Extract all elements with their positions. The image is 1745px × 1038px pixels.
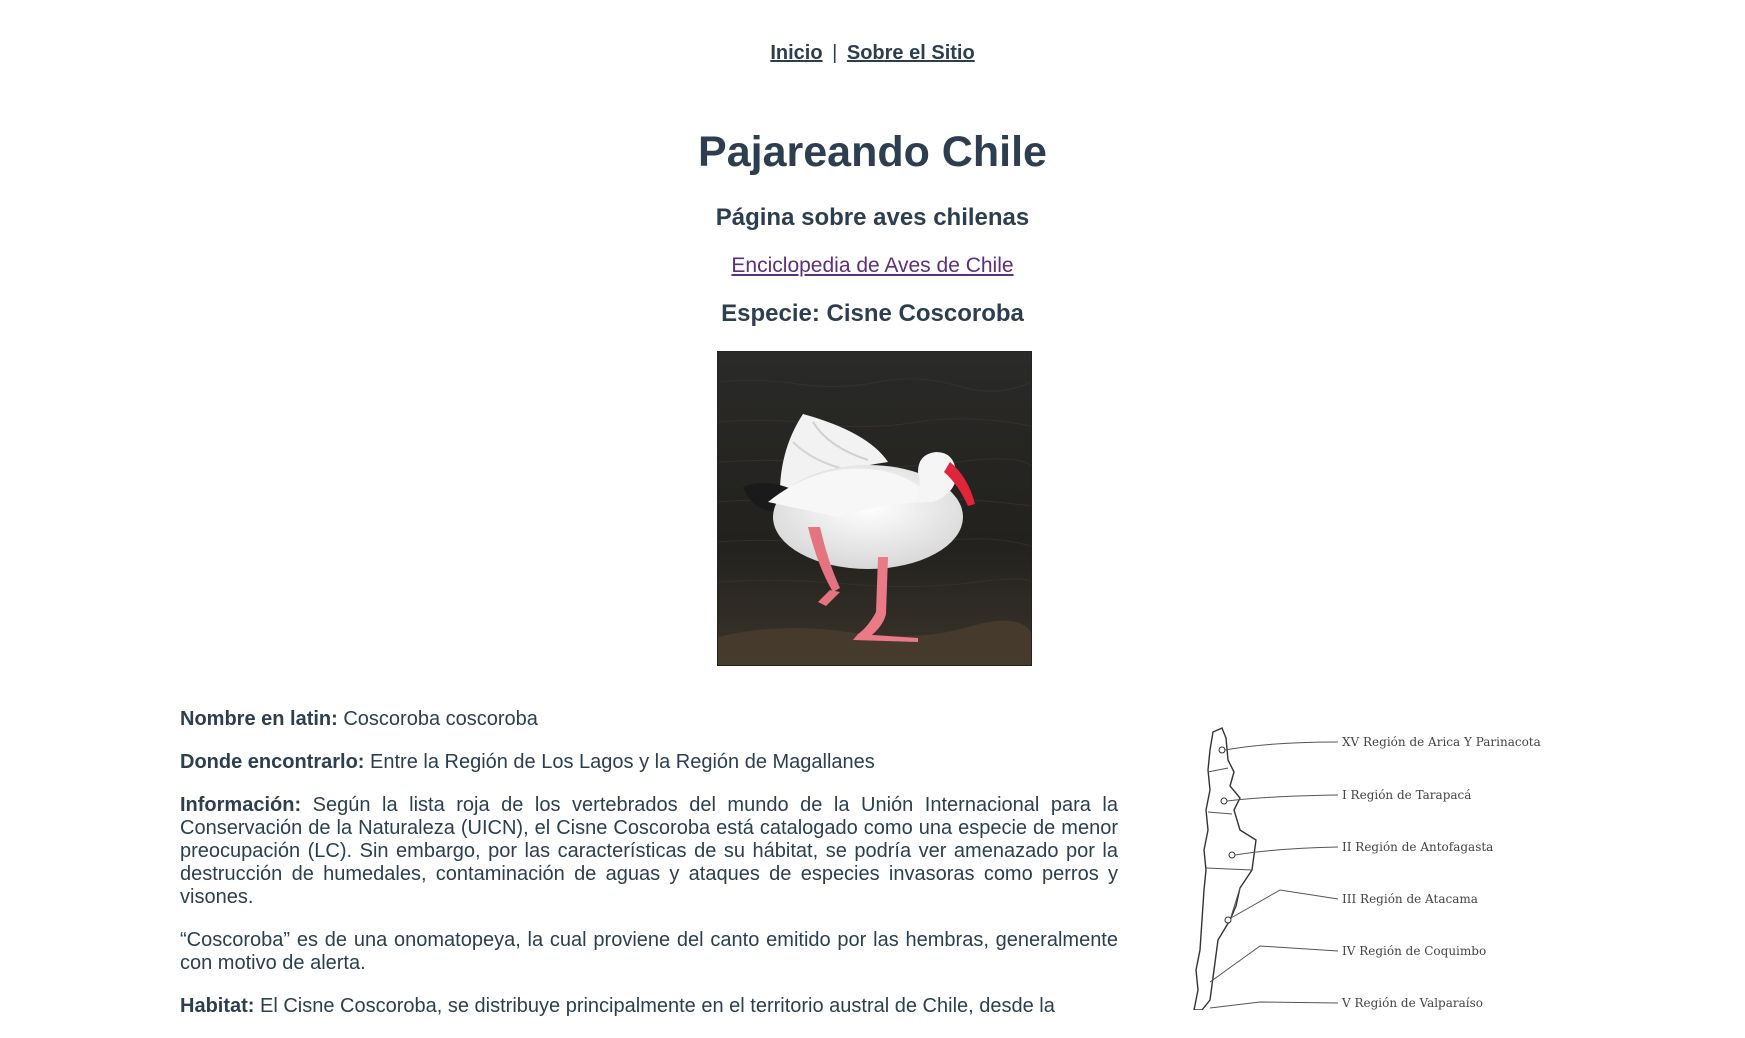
chile-regions-map: XV Región de Arica Y Parinacota I Región… — [1170, 720, 1590, 1011]
habitat-row: Habitat: El Cisne Coscoroba, se distribu… — [180, 995, 1118, 1018]
coscoroba-swan-image — [718, 352, 1031, 665]
etymology-paragraph: “Coscoroba” es de una onomatopeya, la cu… — [180, 929, 1118, 974]
region-label-coquimbo: IV Región de Coquimbo — [1342, 944, 1486, 958]
where-value: Entre la Región de Los Lagos y la Región… — [370, 751, 875, 773]
region-label-antofagasta: II Región de Antofagasta — [1342, 840, 1493, 854]
region-label-atacama: III Región de Atacama — [1342, 892, 1478, 906]
encyclopedia-link-wrapper: Enciclopedia de Aves de Chile — [0, 254, 1745, 278]
info-row: Información: Según la lista roja de los … — [180, 794, 1118, 909]
encyclopedia-link[interactable]: Enciclopedia de Aves de Chile — [731, 254, 1013, 277]
species-content: Nombre en latin: Coscoroba coscoroba Don… — [180, 708, 1118, 1038]
where-label: Donde encontrarlo: — [180, 751, 365, 773]
info-value: Según la lista roja de los vertebrados d… — [180, 794, 1119, 908]
marker-atacama — [1224, 916, 1232, 924]
latin-name-label: Nombre en latin: — [180, 708, 338, 730]
top-navigation: Inicio | Sobre el Sitio — [0, 42, 1745, 65]
habitat-value: El Cisne Coscoroba, se distribuye princi… — [260, 995, 1055, 1017]
info-label: Información: — [180, 794, 302, 816]
latin-name-value: Coscoroba coscoroba — [343, 708, 538, 730]
habitat-label: Habitat: — [180, 995, 255, 1017]
marker-antofagasta — [1228, 851, 1236, 859]
region-label-tarapaca: I Región de Tarapacá — [1342, 788, 1471, 802]
where-row: Donde encontrarlo: Entre la Región de Lo… — [180, 751, 1118, 774]
site-subtitle: Página sobre aves chilenas — [715, 204, 1030, 231]
nav-separator: | — [832, 42, 838, 64]
region-label-arica: XV Región de Arica Y Parinacota — [1342, 735, 1541, 749]
marker-arica — [1218, 746, 1226, 754]
nav-about-link[interactable]: Sobre el Sitio — [847, 42, 975, 64]
chile-map-svg: XV Región de Arica Y Parinacota I Región… — [1193, 727, 1541, 1011]
bird-photo — [717, 351, 1032, 666]
latin-name-row: Nombre en latin: Coscoroba coscoroba — [180, 708, 1118, 731]
site-title: Pajareando Chile — [698, 128, 1047, 176]
nav-home-link[interactable]: Inicio — [770, 42, 822, 64]
region-label-valparaiso: V Región de Valparaíso — [1341, 996, 1483, 1010]
species-heading: Especie: Cisne Coscoroba — [721, 300, 1024, 327]
marker-tarapaca — [1220, 797, 1228, 805]
